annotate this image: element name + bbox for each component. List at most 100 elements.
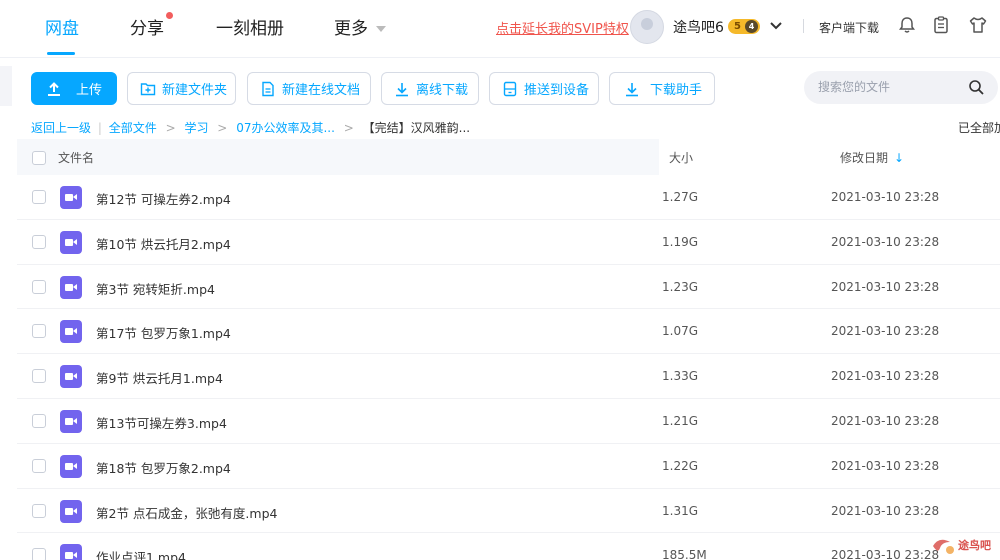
loaded-all-status: 已全部加: [958, 121, 1000, 135]
sidebar-edge: [0, 66, 12, 106]
file-name[interactable]: 第13节可操左券3.mp4: [96, 413, 227, 432]
column-header-date-label: 修改日期: [840, 151, 889, 165]
sort-down-arrow-icon: ↓: [894, 151, 905, 165]
video-file-icon: [60, 320, 82, 344]
file-size: 1.23G: [662, 279, 699, 294]
divider: [803, 19, 804, 33]
select-all-checkbox[interactable]: [32, 151, 46, 165]
breadcrumb-back-link[interactable]: 返回上一级: [31, 121, 91, 135]
vip-level-badge: 5 4: [728, 19, 760, 34]
row-checkbox[interactable]: [32, 190, 46, 204]
new-online-doc-button[interactable]: 新建在线文档: [247, 72, 371, 105]
table-row[interactable]: 第17节 包罗万象1.mp4 1.07G 2021-03-10 23:28: [17, 309, 1000, 355]
video-file-icon: [60, 499, 82, 523]
search-input[interactable]: [818, 78, 958, 96]
download-helper-label: 下载助手: [650, 83, 703, 98]
offline-download-label: 离线下载: [416, 83, 469, 98]
file-size: 1.22G: [662, 458, 699, 473]
active-tab-indicator: [47, 52, 75, 55]
table-row[interactable]: 第3节 宛转矩折.mp4 1.23G 2021-03-10 23:28: [17, 265, 1000, 310]
table-row[interactable]: 第2节 点石成金，张弛有度.mp4 1.31G 2021-03-10 23:28: [17, 489, 1000, 534]
video-file-icon: [60, 275, 82, 299]
breadcrumb: 返回上一级 | 全部文件 > 学习 > 07办公效率及其... > 【完结】汉风…: [31, 121, 471, 135]
breadcrumb-all-files[interactable]: 全部文件: [109, 121, 157, 135]
file-name[interactable]: 第18节 包罗万象2.mp4: [96, 458, 231, 477]
row-checkbox[interactable]: [32, 503, 46, 518]
file-name[interactable]: 第9节 烘云托月1.mp4: [96, 368, 223, 387]
file-size: 1.27G: [662, 190, 699, 204]
download-icon: [626, 82, 638, 96]
table-row[interactable]: 第13节可操左券3.mp4 1.21G 2021-03-10 23:28: [17, 399, 1000, 444]
file-name[interactable]: 第12节 可操左券2.mp4: [96, 189, 231, 208]
table-row[interactable]: 作业点评1.mp4 185.5M 2021-03-10 23:28: [17, 533, 1000, 560]
nav-tab-more[interactable]: 更多: [334, 14, 368, 39]
watermark-text: 途鸟吧: [958, 539, 991, 552]
video-file-icon: [60, 409, 82, 433]
document-icon: [262, 81, 274, 96]
avatar[interactable]: [630, 10, 664, 44]
chevron-down-icon[interactable]: [376, 26, 386, 32]
file-size: 1.07G: [662, 324, 699, 339]
column-header-name[interactable]: 文件名: [58, 149, 94, 166]
nav-tab-netdisk[interactable]: 网盘: [45, 14, 79, 39]
file-name[interactable]: 第2节 点石成金，张弛有度.mp4: [96, 503, 277, 522]
new-folder-button[interactable]: 新建文件夹: [127, 72, 236, 105]
username[interactable]: 途鸟吧6: [673, 17, 724, 37]
notification-dot: [166, 12, 173, 19]
device-icon: [503, 81, 517, 96]
video-file-icon: [60, 186, 82, 209]
file-list: 第12节 可操左券2.mp4 1.27G 2021-03-10 23:28 第1…: [17, 175, 1000, 560]
file-name[interactable]: 作业点评1.mp4: [96, 547, 186, 560]
push-to-device-button[interactable]: 推送到设备: [489, 72, 599, 105]
file-name[interactable]: 第10节 烘云托月2.mp4: [96, 234, 231, 253]
breadcrumb-study[interactable]: 学习: [184, 121, 208, 135]
row-checkbox[interactable]: [32, 458, 46, 473]
bell-icon[interactable]: [897, 15, 917, 35]
nav-tab-album[interactable]: 一刻相册: [216, 14, 284, 39]
file-name[interactable]: 第17节 包罗万象1.mp4: [96, 323, 231, 342]
push-to-device-label: 推送到设备: [524, 83, 590, 98]
file-size: 1.31G: [662, 503, 699, 518]
column-header-date[interactable]: 修改日期 ↓: [840, 149, 904, 166]
video-file-icon: [60, 454, 82, 478]
svip-renew-link[interactable]: 点击延长我的SVIP特权: [496, 18, 629, 37]
vip-sub-level: 4: [745, 20, 758, 33]
file-table-header: 文件名 大小 修改日期 ↓: [17, 139, 1000, 175]
row-checkbox[interactable]: [32, 413, 46, 428]
file-date: 2021-03-10 23:28: [831, 190, 940, 204]
download-helper-button[interactable]: 下载助手: [609, 72, 715, 105]
row-checkbox[interactable]: [32, 234, 46, 249]
row-checkbox[interactable]: [32, 324, 46, 339]
shirt-icon[interactable]: [968, 15, 988, 35]
file-date: 2021-03-10 23:28: [831, 413, 940, 428]
video-file-icon: [60, 544, 82, 560]
nav-tab-share[interactable]: 分享: [130, 14, 164, 39]
offline-download-button[interactable]: 离线下载: [381, 72, 479, 105]
file-date: 2021-03-10 23:28: [831, 279, 940, 294]
table-row[interactable]: 第9节 烘云托月1.mp4 1.33G 2021-03-10 23:28: [17, 354, 1000, 399]
table-row[interactable]: 第10节 烘云托月2.mp4 1.19G 2021-03-10 23:28: [17, 220, 1000, 265]
download-icon: [396, 82, 408, 96]
file-date: 2021-03-10 23:28: [831, 503, 940, 518]
table-row[interactable]: 第18节 包罗万象2.mp4 1.22G 2021-03-10 23:28: [17, 444, 1000, 489]
user-menu-chevron-icon[interactable]: [768, 18, 784, 34]
clipboard-icon[interactable]: [931, 15, 951, 35]
search-icon[interactable]: [968, 79, 985, 96]
new-online-doc-label: 新建在线文档: [282, 83, 361, 98]
breadcrumb-office-folder[interactable]: 07办公效率及其...: [236, 121, 335, 135]
breadcrumb-current-folder: 【完结】汉风雅韵...: [362, 121, 471, 135]
row-checkbox[interactable]: [32, 548, 46, 560]
row-checkbox[interactable]: [32, 369, 46, 384]
file-date: 2021-03-10 23:28: [831, 548, 940, 560]
file-size: 1.19G: [662, 234, 699, 249]
file-size: 1.21G: [662, 413, 699, 428]
top-nav-bar: 网盘 分享 一刻相册 更多 点击延长我的SVIP特权 途鸟吧6 5 4 客户端下…: [0, 0, 1000, 58]
table-row[interactable]: 第12节 可操左券2.mp4 1.27G 2021-03-10 23:28: [17, 175, 1000, 220]
column-header-size[interactable]: 大小: [669, 149, 693, 166]
row-checkbox[interactable]: [32, 279, 46, 294]
upload-icon: [48, 81, 60, 96]
video-file-icon: [60, 365, 82, 389]
client-download-link[interactable]: 客户端下载: [819, 19, 879, 36]
file-name[interactable]: 第3节 宛转矩折.mp4: [96, 279, 215, 298]
upload-button[interactable]: 上传: [31, 72, 117, 105]
